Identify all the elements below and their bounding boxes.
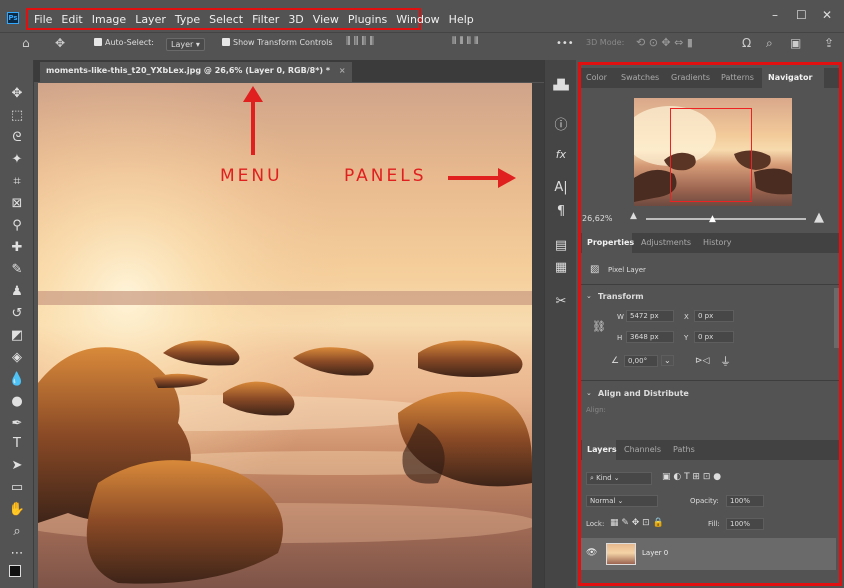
eye-icon[interactable]: 👁	[586, 548, 597, 558]
histogram-icon[interactable]: ▟▙	[545, 80, 577, 91]
align-label: Align:	[586, 406, 606, 414]
layer-filter-dropdown[interactable]: ⌕ Kind ⌄	[586, 472, 652, 485]
properties-scrollbar[interactable]	[834, 288, 840, 348]
tab-history[interactable]: History	[703, 238, 731, 247]
opacity-field[interactable]: 100%	[726, 495, 764, 507]
tool-presets-icon[interactable]: ✂	[545, 294, 577, 309]
info-icon[interactable]: ⓘ	[545, 114, 577, 133]
zoom-slider[interactable]	[646, 218, 806, 220]
paragraph-icon[interactable]: ¶	[545, 204, 577, 219]
character-icon[interactable]: A|	[545, 180, 577, 195]
properties-divider	[578, 380, 840, 381]
width-field[interactable]: 5472 px	[626, 310, 674, 322]
x-label: X	[684, 313, 689, 321]
link-proportions-icon[interactable]: ⛓	[592, 320, 606, 333]
tab-navigator[interactable]: Navigator	[768, 73, 812, 82]
angle-icon: ∠	[611, 356, 620, 366]
pixel-layer-label: Pixel Layer	[608, 266, 646, 274]
properties-tab-row: Properties Adjustments History	[578, 233, 842, 253]
fill-label: Fill:	[708, 520, 720, 528]
menu-annotation-label: MENU	[220, 166, 283, 186]
zoom-out-icon[interactable]: ▲	[630, 211, 637, 221]
tab-adjustments[interactable]: Adjustments	[641, 238, 691, 247]
blend-mode-dropdown[interactable]: Normal ⌄	[586, 495, 658, 507]
panels-annotation-label: PANELS	[344, 166, 427, 186]
lock-label: Lock:	[586, 520, 605, 528]
tab-swatches[interactable]: Swatches	[621, 73, 659, 82]
tab-channels[interactable]: Channels	[624, 445, 661, 454]
photoshop-window: Ps File Edit Image Layer Type Select Fil…	[0, 0, 844, 588]
transform-heading[interactable]: Transform	[598, 292, 644, 301]
tab-properties[interactable]: Properties	[587, 238, 634, 247]
y-field[interactable]: 0 px	[694, 331, 734, 343]
tab-patterns[interactable]: Patterns	[721, 73, 754, 82]
tab-gradients[interactable]: Gradients	[671, 73, 710, 82]
align-distribute-heading[interactable]: Align and Distribute	[598, 389, 689, 398]
width-label: W	[617, 313, 624, 321]
angle-dropdown-chevron-icon[interactable]: ⌄	[661, 355, 674, 366]
fill-field[interactable]: 100%	[726, 518, 764, 530]
tab-color[interactable]: Color	[586, 73, 607, 82]
y-label: Y	[684, 334, 689, 342]
styles-icon[interactable]: fx	[545, 148, 577, 161]
layer-row[interactable]: 👁 Layer 0	[580, 538, 836, 570]
angle-field[interactable]: 0,00°	[624, 355, 658, 367]
navigator-zoom-value[interactable]: 26,62%	[582, 214, 613, 223]
navigator-tab-row: Color Swatches Gradients Patterns Naviga…	[578, 68, 842, 88]
blend-mode-value: Normal	[590, 497, 616, 505]
height-field[interactable]: 3648 px	[626, 331, 674, 343]
height-label: H	[617, 334, 623, 342]
layer-filter-kind: Kind	[596, 474, 612, 482]
properties-divider	[578, 284, 840, 285]
navigator-view-box[interactable]	[670, 108, 752, 202]
layer-filter-icons[interactable]: ▣ ◐ T ⊞ ⊡ ●	[662, 472, 721, 482]
chevron-down-icon[interactable]: ⌄	[586, 292, 592, 300]
layers-tab-row: Layers Channels Paths	[578, 440, 842, 460]
tab-paths[interactable]: Paths	[673, 445, 695, 454]
layer-thumbnail	[606, 543, 636, 565]
x-field[interactable]: 0 px	[694, 310, 734, 322]
lock-icons[interactable]: ▦ ✎ ✥ ⊡ 🔒	[610, 518, 664, 528]
zoom-in-icon[interactable]: ▲	[814, 210, 824, 225]
collapsed-panels-column: ▟▙ ⓘ fx A| ¶ ▤ ▦ ✂	[544, 60, 576, 588]
opacity-label: Opacity:	[690, 497, 719, 505]
libraries-icon[interactable]: ▤	[545, 238, 577, 253]
tab-layers[interactable]: Layers	[587, 445, 617, 454]
layer-name[interactable]: Layer 0	[642, 549, 668, 557]
notes-icon[interactable]: ▦	[545, 260, 577, 275]
flip-vertical-icon[interactable]: ⏚	[720, 353, 731, 369]
flip-horizontal-icon[interactable]: ⊳◁	[695, 356, 709, 366]
pixel-layer-icon: ▨	[590, 264, 600, 275]
zoom-slider-handle[interactable]: ▲	[709, 214, 716, 224]
chevron-down-icon[interactable]: ⌄	[586, 389, 592, 397]
